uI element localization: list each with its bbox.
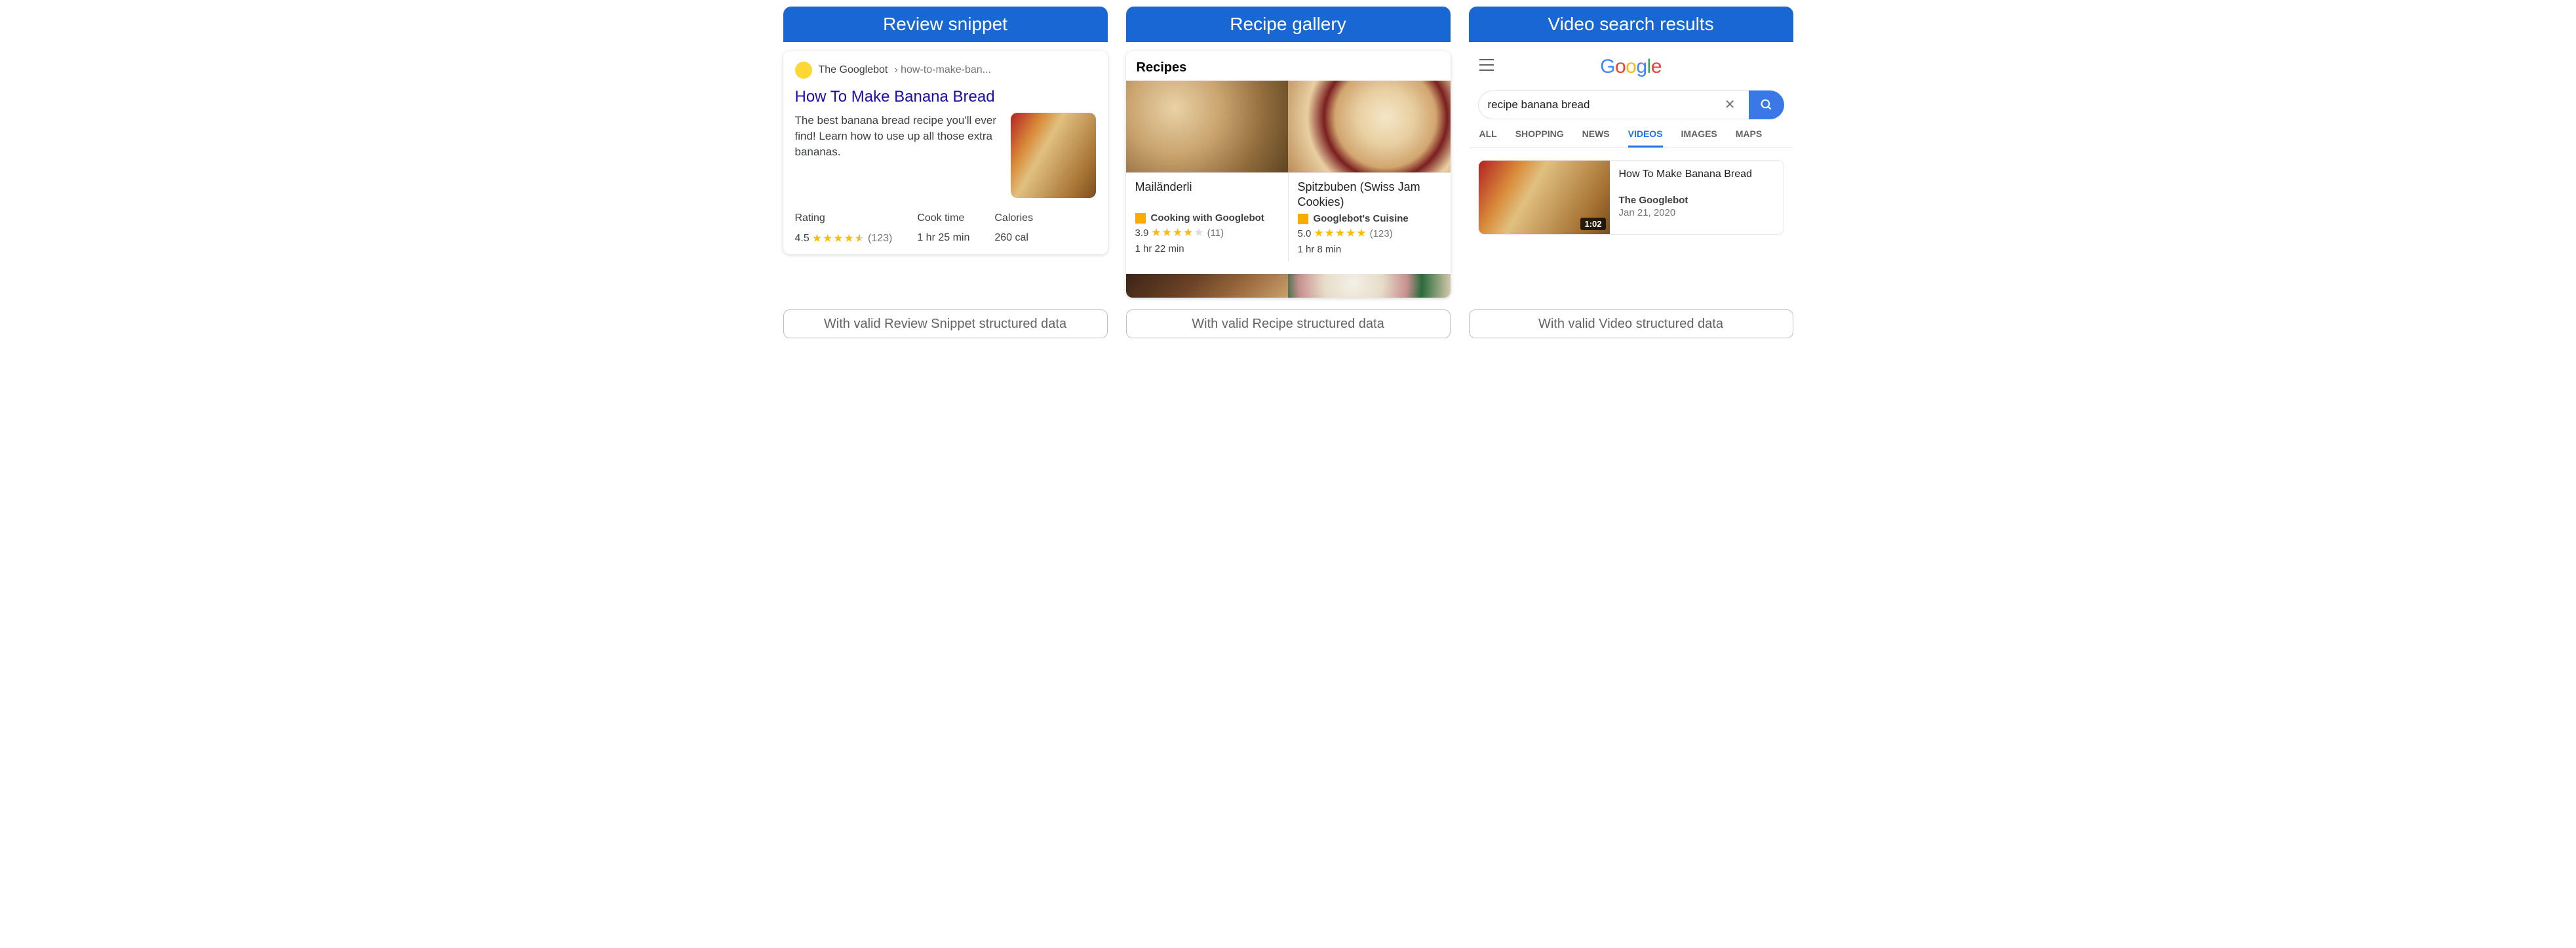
rating-value: 4.5 — [795, 233, 810, 245]
rating-label: Rating — [795, 212, 893, 224]
result-description: The best banana bread recipe you'll ever… — [795, 113, 1002, 198]
recipe-time: 1 hr 22 min — [1135, 243, 1279, 254]
tab-news[interactable]: NEWS — [1582, 128, 1610, 148]
search-query: recipe banana bread — [1488, 98, 1590, 111]
column-video-results: Video search results Google recipe banan… — [1469, 7, 1793, 338]
video-result[interactable]: 1:02 How To Make Banana Bread The Google… — [1478, 160, 1784, 235]
calories-block: Calories 260 cal — [994, 212, 1033, 245]
footer-video-results: With valid Video structured data — [1469, 309, 1793, 338]
review-snippet-card[interactable]: The Googlebot › how-to-make-ban... How T… — [783, 51, 1108, 254]
footer-review-snippet: With valid Review Snippet structured dat… — [783, 309, 1108, 338]
recipe-time: 1 hr 8 min — [1298, 244, 1441, 255]
tab-maps[interactable]: MAPS — [1736, 128, 1762, 148]
search-input[interactable]: recipe banana bread ✕ — [1478, 90, 1749, 119]
header-recipe-gallery: Recipe gallery — [1126, 7, 1451, 42]
recipe-cell-2[interactable]: Spitzbuben (Swiss Jam Cookies) Googlebot… — [1288, 173, 1451, 262]
footer-recipe-gallery: With valid Recipe structured data — [1126, 309, 1451, 338]
tab-videos[interactable]: VIDEOS — [1628, 128, 1663, 148]
tab-shopping[interactable]: SHOPPING — [1515, 128, 1564, 148]
recipe-source: Googlebot's Cuisine — [1314, 213, 1409, 224]
star-icons: ★★★★★ — [1151, 226, 1204, 239]
search-tabs: ALL SHOPPING NEWS VIDEOS IMAGES MAPS — [1469, 119, 1793, 148]
gallery-heading: Recipes — [1126, 51, 1451, 81]
result-thumbnail — [1011, 113, 1096, 198]
rating-count: (123) — [868, 233, 892, 245]
hamburger-menu-icon[interactable] — [1479, 59, 1494, 71]
recipe-image-2[interactable] — [1288, 81, 1451, 172]
recipe-gallery-card: Recipes Mailänderli Cooking with Googleb… — [1126, 51, 1451, 298]
source-icon — [1298, 214, 1308, 224]
site-name: The Googlebot — [819, 64, 888, 76]
recipe-name: Mailänderli — [1135, 180, 1279, 208]
recipe-rating-count: (11) — [1207, 227, 1224, 239]
tab-all[interactable]: ALL — [1479, 128, 1497, 148]
video-publisher: The Googlebot — [1619, 195, 1752, 206]
video-results-card: Google recipe banana bread ✕ ALL — [1469, 54, 1793, 235]
recipe-source: Cooking with Googlebot — [1151, 212, 1264, 224]
recipe-name: Spitzbuben (Swiss Jam Cookies) — [1298, 180, 1441, 209]
video-duration: 1:02 — [1580, 218, 1605, 230]
header-review-snippet: Review snippet — [783, 7, 1108, 42]
column-review-snippet: Review snippet The Googlebot › how-to-ma… — [783, 7, 1108, 338]
rating-block: Rating 4.5 ★★★★★ (123) — [795, 212, 893, 245]
clear-icon[interactable]: ✕ — [1721, 98, 1740, 111]
calories-label: Calories — [994, 212, 1033, 224]
favicon-icon — [795, 62, 812, 79]
star-icons: ★★★★★ — [1314, 227, 1367, 240]
calories-value: 260 cal — [994, 232, 1033, 244]
video-thumbnail: 1:02 — [1479, 161, 1610, 234]
star-icons: ★★★★★ — [812, 232, 865, 245]
video-title: How To Make Banana Bread — [1619, 168, 1752, 180]
recipe-rating-value: 5.0 — [1298, 228, 1312, 239]
recipe-rating-value: 3.9 — [1135, 227, 1149, 239]
column-recipe-gallery: Recipe gallery Recipes Mailänderli Cooki… — [1126, 7, 1451, 338]
search-button[interactable] — [1749, 90, 1784, 119]
cook-time-block: Cook time 1 hr 25 min — [917, 212, 969, 245]
recipe-rating-count: (123) — [1370, 228, 1393, 239]
result-title[interactable]: How To Make Banana Bread — [795, 88, 1096, 106]
source-icon — [1135, 213, 1146, 224]
cook-time-label: Cook time — [917, 212, 969, 224]
recipe-peek-1[interactable] — [1126, 274, 1289, 298]
recipe-cell-1[interactable]: Mailänderli Cooking with Googlebot 3.9 ★… — [1126, 173, 1288, 262]
breadcrumb: › how-to-make-ban... — [894, 64, 991, 76]
recipe-image-1[interactable] — [1126, 81, 1289, 172]
google-logo[interactable]: Google — [1600, 56, 1662, 78]
search-icon — [1760, 98, 1773, 111]
tab-images[interactable]: IMAGES — [1681, 128, 1717, 148]
header-video-results: Video search results — [1469, 7, 1793, 42]
video-date: Jan 21, 2020 — [1619, 207, 1752, 218]
cook-time-value: 1 hr 25 min — [917, 232, 969, 244]
recipe-peek-2[interactable] — [1288, 274, 1451, 298]
